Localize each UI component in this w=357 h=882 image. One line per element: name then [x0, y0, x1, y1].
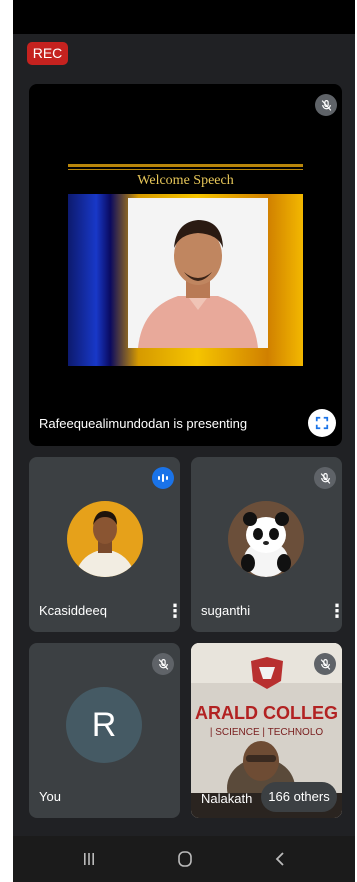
audio-level-icon	[152, 467, 174, 489]
slide-title: Welcome Speech	[137, 173, 234, 188]
video-banner-text: ARALD COLLEG	[195, 703, 338, 723]
more-vert-icon[interactable]: ⋮	[166, 602, 180, 620]
participant-name: suganthi	[201, 603, 251, 618]
recent-apps-icon[interactable]	[69, 846, 109, 872]
video-banner-subtext: | SCIENCE | TECHNOLO	[209, 727, 324, 738]
navigation-bar	[13, 836, 355, 882]
others-count-button[interactable]: 166 others	[261, 782, 337, 812]
mic-off-icon	[152, 653, 174, 675]
recording-badge: REC	[27, 42, 68, 65]
presentation-tile[interactable]: Welcome Speech Rafeequealimundodan is pr…	[29, 84, 342, 446]
meet-call-screen: REC Welcome Speech Rafeequealimundodan i…	[13, 0, 355, 882]
back-icon[interactable]	[261, 846, 301, 872]
mic-off-icon	[315, 94, 337, 116]
participant-tile[interactable]: Kcasiddeeq ⋮	[29, 457, 180, 632]
shared-slide: Welcome Speech	[68, 164, 303, 368]
slide-rule	[68, 164, 303, 167]
letter-avatar: R	[66, 687, 142, 763]
participant-avatar	[67, 501, 143, 577]
mic-off-icon	[314, 467, 336, 489]
slide-rule	[68, 169, 303, 170]
participant-avatar	[228, 501, 304, 577]
more-vert-icon[interactable]: ⋮	[328, 602, 342, 620]
participant-tile-self[interactable]: R You	[29, 643, 180, 818]
fullscreen-icon[interactable]	[308, 409, 336, 437]
home-icon[interactable]	[165, 846, 205, 872]
presenter-photo	[128, 198, 268, 348]
mic-off-icon	[314, 653, 336, 675]
participant-name: Nalakath	[201, 791, 253, 806]
status-bar	[13, 0, 355, 34]
participant-tile[interactable]: suganthi ⋮	[191, 457, 342, 632]
participant-name: You	[39, 789, 61, 804]
participant-name: Kcasiddeeq	[39, 603, 107, 618]
presentation-caption: Rafeequealimundodan is presenting	[39, 416, 248, 431]
